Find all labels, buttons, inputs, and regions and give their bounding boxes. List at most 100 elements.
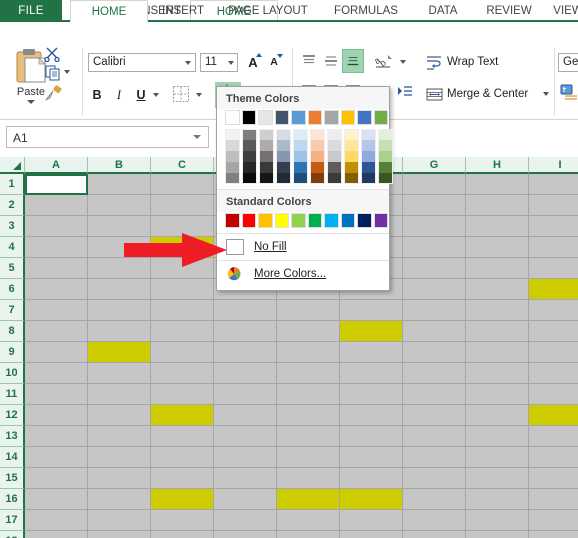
theme-variant-swatch-2-0[interactable] bbox=[259, 129, 274, 140]
theme-variant-swatch-4-1[interactable] bbox=[293, 140, 308, 151]
cell-E9[interactable] bbox=[277, 342, 340, 363]
cell-C14[interactable] bbox=[151, 447, 214, 468]
cell-H11[interactable] bbox=[466, 384, 529, 405]
cell-I16[interactable] bbox=[529, 489, 578, 510]
theme-variant-swatch-7-4[interactable] bbox=[344, 173, 359, 184]
cell-G5[interactable] bbox=[403, 258, 466, 279]
theme-variant-column-3[interactable] bbox=[276, 129, 291, 184]
merge-center-button[interactable]: Merge & Center bbox=[426, 84, 528, 104]
cell-B6[interactable] bbox=[88, 279, 151, 300]
column-header-A[interactable]: A bbox=[25, 157, 88, 174]
cell-A3[interactable] bbox=[25, 216, 88, 237]
cell-I11[interactable] bbox=[529, 384, 578, 405]
cell-C6[interactable] bbox=[151, 279, 214, 300]
column-header-I[interactable]: I bbox=[529, 157, 578, 174]
cell-I6[interactable] bbox=[529, 279, 578, 300]
underline-caret[interactable] bbox=[153, 93, 159, 97]
cell-F17[interactable] bbox=[340, 510, 403, 531]
theme-variant-swatch-2-4[interactable] bbox=[259, 173, 274, 184]
top-align-button[interactable] bbox=[300, 53, 320, 71]
theme-variant-swatch-0-4[interactable] bbox=[225, 173, 240, 184]
cell-G7[interactable] bbox=[403, 300, 466, 321]
cell-H18[interactable] bbox=[466, 531, 529, 538]
theme-variant-swatch-8-3[interactable] bbox=[361, 162, 376, 173]
theme-variant-column-5[interactable] bbox=[310, 129, 325, 184]
cell-E8[interactable] bbox=[277, 321, 340, 342]
cell-C8[interactable] bbox=[151, 321, 214, 342]
cell-B12[interactable] bbox=[88, 405, 151, 426]
cell-E13[interactable] bbox=[277, 426, 340, 447]
cell-I7[interactable] bbox=[529, 300, 578, 321]
theme-variant-swatch-2-1[interactable] bbox=[259, 140, 274, 151]
italic-button[interactable]: I bbox=[110, 86, 128, 104]
theme-variant-swatch-5-4[interactable] bbox=[310, 173, 325, 184]
theme-variant-swatch-6-3[interactable] bbox=[327, 162, 342, 173]
cell-B10[interactable] bbox=[88, 363, 151, 384]
cell-C15[interactable] bbox=[151, 468, 214, 489]
theme-variant-column-1[interactable] bbox=[242, 129, 257, 184]
bold-button[interactable]: B bbox=[88, 86, 106, 104]
cell-C12[interactable] bbox=[151, 405, 214, 426]
theme-variant-swatch-5-3[interactable] bbox=[310, 162, 325, 173]
standard-color-swatch-8[interactable] bbox=[357, 213, 372, 228]
column-header-G[interactable]: G bbox=[403, 157, 466, 174]
tab-file-label[interactable]: FILE bbox=[0, 0, 62, 22]
cell-E12[interactable] bbox=[277, 405, 340, 426]
standard-color-swatch-4[interactable] bbox=[291, 213, 306, 228]
cell-G16[interactable] bbox=[403, 489, 466, 510]
cell-I2[interactable] bbox=[529, 195, 578, 216]
standard-color-swatch-2[interactable] bbox=[258, 213, 273, 228]
increase-indent-button[interactable] bbox=[396, 84, 416, 102]
cell-G9[interactable] bbox=[403, 342, 466, 363]
row-header-1[interactable]: 1 bbox=[0, 174, 25, 195]
standard-color-swatch-7[interactable] bbox=[340, 213, 355, 228]
cell-H13[interactable] bbox=[466, 426, 529, 447]
cell-D14[interactable] bbox=[214, 447, 277, 468]
cell-D15[interactable] bbox=[214, 468, 277, 489]
theme-variant-swatch-2-2[interactable] bbox=[259, 151, 274, 162]
cell-I5[interactable] bbox=[529, 258, 578, 279]
theme-variant-swatch-8-1[interactable] bbox=[361, 140, 376, 151]
cell-I18[interactable] bbox=[529, 531, 578, 538]
cell-F7[interactable] bbox=[340, 300, 403, 321]
cell-C11[interactable] bbox=[151, 384, 214, 405]
cell-C7[interactable] bbox=[151, 300, 214, 321]
theme-variant-column-4[interactable] bbox=[293, 129, 308, 184]
standard-color-swatch-5[interactable] bbox=[307, 213, 322, 228]
theme-variant-swatch-1-1[interactable] bbox=[242, 140, 257, 151]
theme-variant-swatch-4-4[interactable] bbox=[293, 173, 308, 184]
theme-variant-swatch-0-1[interactable] bbox=[225, 140, 240, 151]
cell-C9[interactable] bbox=[151, 342, 214, 363]
cell-A16[interactable] bbox=[25, 489, 88, 510]
cell-A15[interactable] bbox=[25, 468, 88, 489]
cell-C2[interactable] bbox=[151, 195, 214, 216]
column-header-B[interactable]: B bbox=[88, 157, 151, 174]
cell-I17[interactable] bbox=[529, 510, 578, 531]
cell-I8[interactable] bbox=[529, 321, 578, 342]
cell-I13[interactable] bbox=[529, 426, 578, 447]
cell-G11[interactable] bbox=[403, 384, 466, 405]
merge-center-caret[interactable] bbox=[543, 92, 549, 96]
cell-H16[interactable] bbox=[466, 489, 529, 510]
cell-H8[interactable] bbox=[466, 321, 529, 342]
cell-C17[interactable] bbox=[151, 510, 214, 531]
cell-D16[interactable] bbox=[214, 489, 277, 510]
orientation-caret[interactable] bbox=[400, 60, 406, 64]
cell-G8[interactable] bbox=[403, 321, 466, 342]
tab-review-btn[interactable]: REVIEW bbox=[476, 0, 542, 22]
row-header-6[interactable]: 6 bbox=[0, 279, 25, 300]
row-header-2[interactable]: 2 bbox=[0, 195, 25, 216]
row-header-10[interactable]: 10 bbox=[0, 363, 25, 384]
theme-variant-swatch-6-4[interactable] bbox=[327, 173, 342, 184]
theme-variant-swatch-6-2[interactable] bbox=[327, 151, 342, 162]
cell-C18[interactable] bbox=[151, 531, 214, 538]
theme-variant-swatch-0-2[interactable] bbox=[225, 151, 240, 162]
theme-color-swatch-6[interactable] bbox=[324, 110, 339, 125]
theme-variant-swatch-1-4[interactable] bbox=[242, 173, 257, 184]
theme-variant-swatch-2-3[interactable] bbox=[259, 162, 274, 173]
theme-variant-swatch-9-2[interactable] bbox=[378, 151, 393, 162]
cell-C1[interactable] bbox=[151, 174, 214, 195]
cell-B7[interactable] bbox=[88, 300, 151, 321]
cell-B13[interactable] bbox=[88, 426, 151, 447]
theme-color-swatch-3[interactable] bbox=[274, 110, 289, 125]
